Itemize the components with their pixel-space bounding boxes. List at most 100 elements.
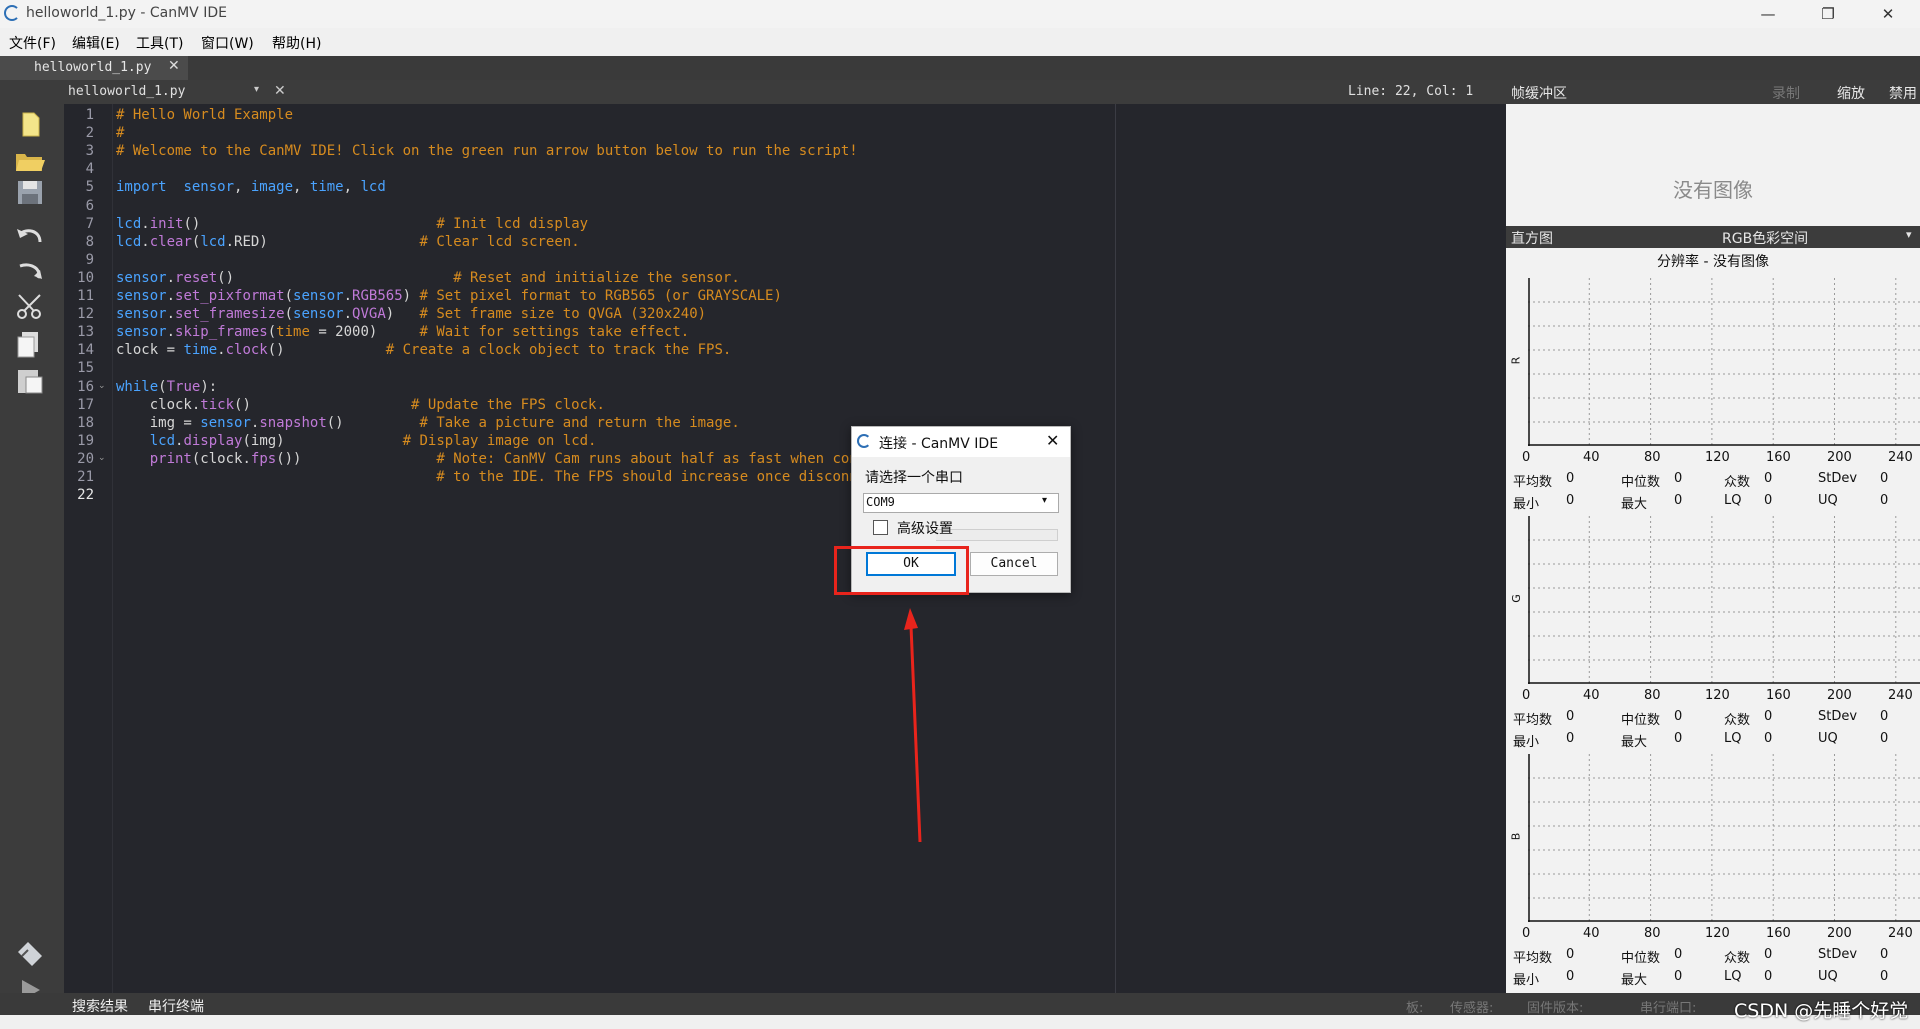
code-token: # to the IDE. The FPS should increase on… xyxy=(436,469,909,485)
histogram-chart xyxy=(1528,278,1920,446)
stat-mode: 0 xyxy=(1764,471,1773,486)
code-line[interactable]: lcd.clear(lcd.RED) # Clear lcd screen. xyxy=(116,234,580,250)
code-line[interactable]: sensor.skip_frames(time = 2000) # Wait f… xyxy=(116,324,689,340)
file-tab[interactable]: helloworld_1.py ✕ xyxy=(0,56,188,80)
close-document-icon[interactable]: ✕ xyxy=(274,83,286,99)
code-token: print xyxy=(149,450,192,467)
frame-buffer-title: 帧缓冲区 xyxy=(1511,86,1567,102)
code-line[interactable]: clock = time.clock() # Create a clock ob… xyxy=(116,342,731,358)
code-line[interactable]: import sensor, image, time, lcd xyxy=(116,179,386,195)
canmv-logo-icon xyxy=(4,5,20,21)
stat-lq-label: LQ xyxy=(1724,493,1742,508)
histogram-body: 分辨率 - 没有图像 R 0 40 80 120 160 200 240 平均数 0 中位数 0 众数 0… xyxy=(1506,248,1920,1007)
redo-icon[interactable] xyxy=(14,256,46,284)
code-token: # Display image on lcd. xyxy=(402,432,597,449)
code-token: (clock. xyxy=(191,450,251,467)
menu-help[interactable]: 帮助(H) xyxy=(272,33,321,53)
chevron-down-icon[interactable]: ▾ xyxy=(254,84,259,95)
open-folder-icon[interactable] xyxy=(14,146,46,174)
zoom-button[interactable]: 缩放 xyxy=(1837,83,1865,103)
copy-icon[interactable] xyxy=(14,330,46,358)
editor-header: helloworld_1.py ▾ ✕ Line: 22, Col: 1 xyxy=(64,80,1506,104)
dialog-close-icon[interactable]: ✕ xyxy=(1046,431,1059,450)
resolution-label: 分辨率 - 没有图像 xyxy=(1657,254,1769,270)
connect-icon[interactable] xyxy=(14,938,46,966)
code-editor[interactable]: 1 2 3 4 5 6 7 8 9 10 11 12 13 14 15 16 17 18 19 20 21 22 ⌄ ⌄ # … xyxy=(64,104,1570,993)
right-panel: 帧缓冲区 录制 缩放 禁用 没有图像 直方图 RGB色彩空间 ▾ 分辨率 - 没… xyxy=(1506,80,1920,1007)
colorspace-select[interactable]: RGB色彩空间 xyxy=(1722,228,1808,248)
code-token: # Set frame size to QVGA (320x240) xyxy=(419,306,707,323)
stat-median: 0 xyxy=(1674,709,1683,724)
code-line[interactable]: sensor.reset() # Reset and initialize th… xyxy=(116,270,740,286)
menu-file[interactable]: 文件(F) xyxy=(9,33,56,53)
cancel-button[interactable]: Cancel xyxy=(970,552,1058,576)
code-line[interactable]: lcd.display(img) # Display image on lcd. xyxy=(116,433,597,449)
maximize-button[interactable]: ❐ xyxy=(1804,0,1852,28)
code-line[interactable]: # to the IDE. The FPS should increase on… xyxy=(116,469,908,485)
stat-min: 0 xyxy=(1566,493,1575,508)
stat-stdev: 0 xyxy=(1880,471,1889,486)
stat-mode-label: 众数 xyxy=(1724,713,1751,728)
stat-mean-label: 平均数 xyxy=(1513,951,1553,966)
advanced-settings-checkbox[interactable] xyxy=(873,520,888,535)
new-file-icon[interactable] xyxy=(14,110,46,138)
stat-median-label: 中位数 xyxy=(1621,475,1661,490)
code-line[interactable]: img = sensor.snapshot() # Take a picture… xyxy=(116,415,740,431)
code-line[interactable]: # Welcome to the CanMV IDE! Click on the… xyxy=(116,143,858,159)
tab-serial-terminal[interactable]: 串行终端 xyxy=(148,996,204,1016)
stat-mean: 0 xyxy=(1566,471,1575,486)
stat-lq: 0 xyxy=(1764,493,1773,508)
tick-label: 240 xyxy=(1888,926,1913,941)
code-token: ) xyxy=(385,306,420,323)
code-line[interactable]: sensor.set_pixformat(sensor.RGB565) # Se… xyxy=(116,288,782,304)
save-icon[interactable] xyxy=(14,178,46,206)
stat-max-label: 最大 xyxy=(1621,735,1648,750)
line-number: 12 xyxy=(77,306,94,323)
serial-port-select[interactable]: COM9 ▾ xyxy=(863,493,1059,513)
tick-label: 240 xyxy=(1888,450,1913,465)
chevron-down-icon[interactable]: ▾ xyxy=(1906,228,1912,241)
fold-icon[interactable]: ⌄ xyxy=(98,381,106,391)
menu-tools[interactable]: 工具(T) xyxy=(136,33,183,53)
undo-icon[interactable] xyxy=(14,220,46,248)
status-sensor: 传感器: xyxy=(1450,1001,1494,1016)
advanced-settings-label[interactable]: 高级设置 xyxy=(897,518,953,538)
stat-median-label: 中位数 xyxy=(1621,713,1661,728)
status-firmware: 固件版本: xyxy=(1527,1001,1584,1016)
code-token: time xyxy=(183,342,218,359)
code-token: . xyxy=(166,324,176,341)
cut-icon[interactable] xyxy=(14,292,46,320)
code-line[interactable]: print(clock.fps()) # Note: CanMV Cam run… xyxy=(116,450,909,467)
chevron-down-icon[interactable]: ▾ xyxy=(1042,495,1047,506)
line-number: 8 xyxy=(85,233,94,250)
cursor-position: Line: 22, Col: 1 xyxy=(1348,84,1474,99)
editor-file-selector[interactable]: helloworld_1.py xyxy=(68,84,185,99)
fold-icon[interactable]: ⌄ xyxy=(98,453,106,463)
minimize-button[interactable]: — xyxy=(1744,0,1792,28)
code-line[interactable]: while(True): xyxy=(116,379,217,395)
code-token: snapshot xyxy=(259,414,327,431)
record-button[interactable]: 录制 xyxy=(1772,83,1800,103)
code-line[interactable]: # xyxy=(116,125,124,141)
code-token: clock xyxy=(225,342,268,359)
code-token: ( xyxy=(267,324,277,341)
code-token: time xyxy=(276,324,310,341)
menu-window[interactable]: 窗口(W) xyxy=(201,33,254,53)
code-line[interactable]: # Hello World Example xyxy=(116,107,293,123)
status-board: 板: xyxy=(1406,1001,1424,1016)
close-window-button[interactable]: ✕ xyxy=(1864,0,1912,28)
menu-edit[interactable]: 编辑(E) xyxy=(72,33,120,53)
code-line[interactable]: lcd.init() # Init lcd display xyxy=(116,216,588,232)
code-token: img = xyxy=(116,414,201,431)
tab-search-results[interactable]: 搜索结果 xyxy=(72,996,128,1016)
code-line[interactable]: sensor.set_framesize(sensor.QVGA) # Set … xyxy=(116,306,706,322)
paste-icon[interactable] xyxy=(14,366,46,394)
code-token: () xyxy=(326,414,420,431)
code-line[interactable]: clock.tick() # Update the FPS clock. xyxy=(116,397,605,413)
file-tab-close-icon[interactable]: ✕ xyxy=(168,58,180,74)
file-tab-bar: helloworld_1.py ✕ xyxy=(0,56,1920,80)
left-toolbar xyxy=(0,80,64,1007)
disable-button[interactable]: 禁用 xyxy=(1889,83,1917,103)
